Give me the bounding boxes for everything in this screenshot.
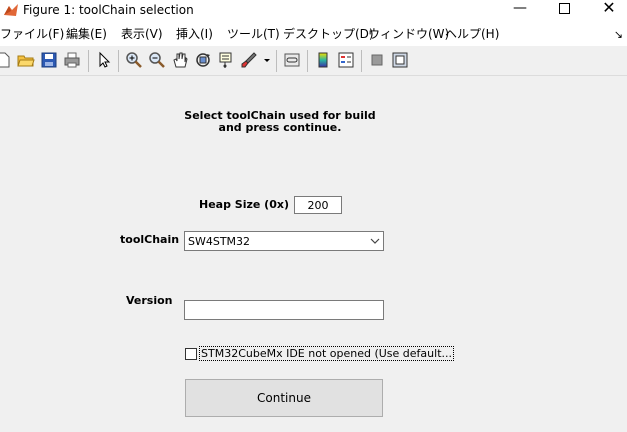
menu-edit[interactable]: 編集(E)	[66, 27, 107, 41]
heap-size-label: Heap Size (0x)	[199, 198, 289, 211]
figure-toolbar	[0, 46, 627, 76]
hide-plot-tools-icon[interactable]	[368, 51, 386, 69]
toolbar-separator	[88, 50, 89, 72]
dock-arrow-icon[interactable]: ↘	[614, 28, 623, 41]
show-plot-tools-icon[interactable]	[391, 51, 409, 69]
window-title: Figure 1: toolChain selection	[23, 3, 194, 17]
brush-dropdown-icon[interactable]	[262, 51, 272, 69]
zoom-in-icon[interactable]	[125, 51, 143, 69]
toolchain-select[interactable]: SW4STM32	[184, 231, 384, 251]
continue-button[interactable]: Continue	[185, 379, 383, 417]
title-bar: Figure 1: toolChain selection — ✕	[0, 0, 627, 22]
menu-view[interactable]: 表示(V)	[121, 27, 163, 41]
use-default-checkbox[interactable]	[185, 348, 197, 360]
toolbar-separator	[361, 50, 362, 72]
menu-help[interactable]: ヘルプ(H)	[445, 27, 499, 41]
menu-tools[interactable]: ツール(T)	[227, 27, 280, 41]
toolchain-selected-value: SW4STM32	[188, 235, 251, 248]
toolchain-label: toolChain	[120, 233, 180, 246]
toolbar-separator	[276, 50, 277, 72]
data-cursor-icon[interactable]	[217, 51, 235, 69]
link-plot-icon[interactable]	[283, 51, 301, 69]
pan-hand-icon[interactable]	[171, 51, 189, 69]
brush-icon[interactable]	[240, 51, 258, 69]
version-label: Version	[126, 294, 173, 307]
heap-size-input[interactable]: 200	[294, 196, 342, 214]
use-default-checkbox-label[interactable]: STM32CubeMx IDE not opened (Use default.…	[199, 346, 454, 361]
save-icon[interactable]	[40, 51, 58, 69]
menu-desktop[interactable]: デスクトップ(D)	[283, 27, 374, 41]
matlab-logo-icon	[4, 4, 18, 16]
menu-bar: ファイル(F) 編集(E) 表示(V) 挿入(I) ツール(T) デスクトップ(…	[0, 22, 627, 46]
instruction-text: Select toolChain used for build and pres…	[184, 109, 376, 134]
menu-file[interactable]: ファイル(F)	[0, 27, 64, 41]
minimize-button[interactable]: —	[508, 0, 532, 18]
maximize-icon	[558, 3, 570, 14]
print-icon[interactable]	[63, 51, 81, 69]
colorbar-icon[interactable]	[314, 51, 332, 69]
version-input[interactable]	[184, 300, 384, 320]
zoom-out-icon[interactable]	[148, 51, 166, 69]
open-file-icon[interactable]	[17, 51, 35, 69]
new-figure-icon[interactable]	[0, 51, 12, 69]
legend-icon[interactable]	[337, 51, 355, 69]
toolbar-separator	[118, 50, 119, 72]
maximize-button[interactable]	[552, 0, 576, 18]
menu-insert[interactable]: 挿入(I)	[176, 27, 213, 41]
pointer-icon[interactable]	[95, 51, 113, 69]
rotate-3d-icon[interactable]	[194, 51, 212, 69]
chevron-down-icon	[370, 238, 380, 244]
close-button[interactable]: ✕	[597, 0, 621, 18]
menu-window[interactable]: ウィンドウ(W)	[368, 27, 449, 41]
toolbar-separator	[307, 50, 308, 72]
